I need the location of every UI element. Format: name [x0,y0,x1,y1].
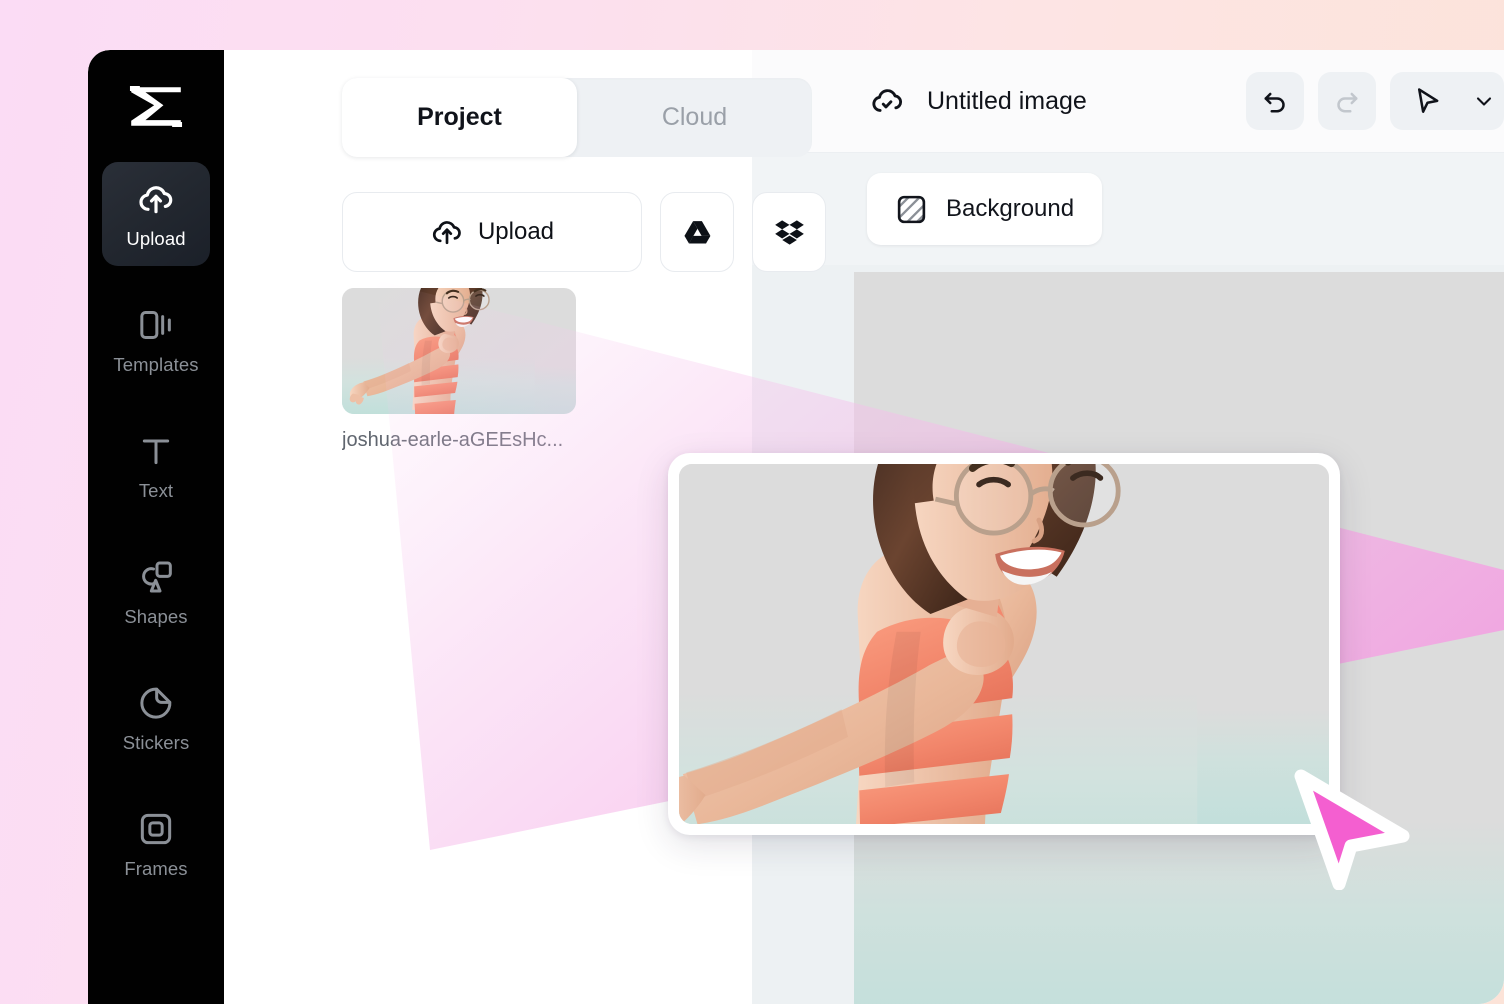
redo-arrow-icon [1332,86,1362,116]
sidebar-item-label-templates: Templates [113,353,199,375]
dropbox-button[interactable] [752,192,826,272]
undo-arrow-icon [1260,86,1290,116]
sidebar-item-shapes[interactable]: Shapes [102,540,210,644]
dragged-image-card[interactable] [668,453,1340,835]
cursor-arrow-icon [1411,85,1443,117]
document-title[interactable]: Untitled image [927,87,1087,116]
redo-button[interactable] [1318,72,1376,130]
capcut-logo-icon [125,84,187,129]
google-drive-icon [682,217,713,248]
google-drive-button[interactable] [660,192,734,272]
sidebar-item-label-shapes: Shapes [124,605,188,627]
document-title-group[interactable]: Untitled image [869,83,1087,119]
cloud-check-icon [869,83,905,119]
asset-filename: joshua-earle-aGEEsHc... [342,429,564,451]
sidebar-item-frames[interactable]: Frames [102,792,210,896]
sidebar-item-label-frames: Frames [124,857,188,879]
sidebar: Upload Templates Text Shapes Stickers Fr… [88,50,224,1004]
templates-icon [136,305,176,345]
sidebar-item-label-stickers: Stickers [122,731,190,753]
text-t-icon [136,431,176,471]
asset-thumbnail-image [342,288,576,414]
cloud-upload-icon [430,215,464,249]
shapes-icon [136,557,176,597]
upload-button[interactable]: Upload [342,192,642,272]
hatched-square-icon [895,193,928,226]
upload-button-label: Upload [477,218,555,245]
sticker-icon [136,683,176,723]
sidebar-item-label-upload: Upload [126,227,186,249]
tab-cloud[interactable]: Cloud [577,78,812,157]
sidebar-item-stickers[interactable]: Stickers [102,666,210,770]
sidebar-item-upload[interactable]: Upload [102,162,210,266]
background-button[interactable]: Background [867,173,1103,245]
cloud-upload-icon [136,179,176,219]
frames-icon [136,809,176,849]
sidebar-item-templates[interactable]: Templates [102,288,210,392]
sidebar-nav: Upload Templates Text Shapes Stickers Fr… [88,162,224,918]
tab-project[interactable]: Project [342,78,577,157]
asset-item[interactable]: joshua-earle-aGEEsHc... [342,288,576,452]
background-button-label: Background [946,195,1075,222]
dragged-image-preview [679,464,1329,824]
page-background: Upload Templates Text Shapes Stickers Fr… [0,0,1504,1004]
editor-topbar: Untitled image [752,50,1504,153]
select-tool-dropdown[interactable] [1464,72,1504,130]
select-tool-button[interactable] [1390,72,1464,130]
topbar-actions [1246,72,1504,130]
sidebar-item-label-text: Text [138,479,174,501]
undo-button[interactable] [1246,72,1304,130]
dropbox-icon [774,217,805,248]
dragged-image [679,464,1329,824]
chevron-down-icon [1472,89,1496,113]
sidebar-item-text[interactable]: Text [102,414,210,518]
app-logo[interactable] [88,84,224,129]
editor-toolstrip: Background [752,153,1504,265]
upload-actions: Upload [342,192,826,272]
asset-thumbnail[interactable] [342,288,576,414]
